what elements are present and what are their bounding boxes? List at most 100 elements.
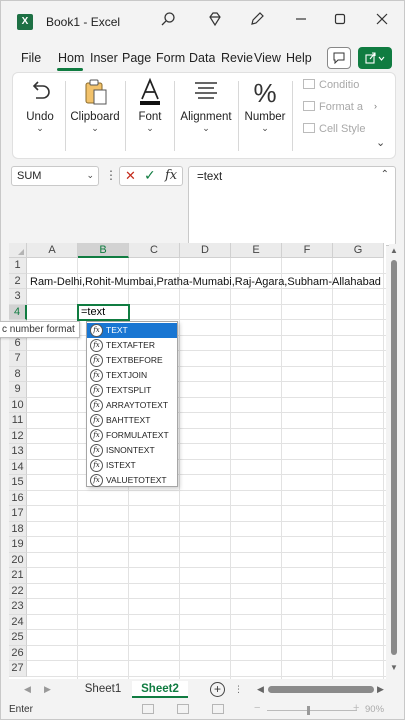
row-header-2[interactable]: 2 (9, 273, 27, 289)
add-sheet-icon[interactable]: + (210, 682, 225, 697)
row-header-11[interactable]: 11 (9, 413, 27, 429)
autocomplete-item[interactable]: fx BAHTTEXT (87, 413, 177, 428)
row-header-9[interactable]: 9 (9, 382, 27, 398)
row-header-3[interactable]: 3 (9, 289, 27, 305)
cell-styles-button[interactable]: Cell Style (303, 123, 365, 135)
diamond-icon[interactable] (205, 11, 225, 31)
cancel-icon[interactable]: ✕ (125, 168, 136, 184)
autocomplete-item[interactable]: fx TEXTJOIN (87, 368, 177, 383)
more-sheets-icon[interactable]: ⋮ (234, 684, 243, 695)
column-header-d[interactable]: D (180, 243, 231, 258)
row-header-26[interactable]: 26 (9, 645, 27, 661)
insert-function-icon[interactable]: fx (165, 168, 177, 183)
row-header-14[interactable]: 14 (9, 459, 27, 475)
scroll-left-icon[interactable]: ◀ (257, 684, 264, 695)
column-header-a[interactable]: A (27, 243, 78, 258)
cell-a2[interactable]: Ram-Delhi,Rohit-Mumbai,Pratha-Mumabi,Raj… (30, 276, 381, 288)
worksheet-grid[interactable]: ABCDEFG 12345678910111213141516171819202… (9, 243, 386, 679)
conditional-formatting-button[interactable]: Conditio (303, 79, 359, 91)
autocomplete-item[interactable]: fx VALUETOTEXT (87, 473, 177, 488)
tab-help[interactable]: Help (286, 51, 312, 65)
autocomplete-item[interactable]: fx FORMULATEXT (87, 428, 177, 443)
enter-icon[interactable]: ✓ (144, 167, 156, 184)
autocomplete-item[interactable]: fx TEXT (87, 323, 177, 338)
row-header-18[interactable]: 18 (9, 521, 27, 537)
maximize-icon[interactable] (330, 11, 350, 31)
scroll-down-icon[interactable]: ▼ (389, 663, 399, 672)
column-header-c[interactable]: C (129, 243, 180, 258)
minimize-icon[interactable] (291, 11, 311, 31)
next-sheet-icon[interactable]: ▶ (44, 684, 51, 695)
tab-view[interactable]: View (254, 51, 281, 65)
undo-group[interactable]: Undo ⌄ (17, 73, 63, 160)
autocomplete-item[interactable]: fx ARRAYTOTEXT (87, 398, 177, 413)
page-break-view-icon[interactable] (212, 704, 224, 714)
zoom-in-icon[interactable]: + (353, 702, 359, 714)
row-header-7[interactable]: 7 (9, 351, 27, 367)
more-options-icon[interactable]: ⋮ (105, 168, 117, 182)
collapse-ribbon-icon[interactable]: ⌄ (376, 136, 385, 149)
alignment-group[interactable]: Alignment ⌄ (177, 73, 235, 160)
row-header-22[interactable]: 22 (9, 583, 27, 599)
sheet-tab-sheet1[interactable]: Sheet1 (80, 681, 126, 698)
autocomplete-item[interactable]: fx ISTEXT (87, 458, 177, 473)
row-header-27[interactable]: 27 (9, 661, 27, 677)
active-cell-b4[interactable]: =text (77, 304, 130, 321)
zoom-slider-knob[interactable] (307, 706, 310, 715)
column-header-e[interactable]: E (231, 243, 282, 258)
search-icon[interactable] (158, 11, 178, 31)
tab-page-layout[interactable]: Page (122, 51, 151, 65)
zoom-level[interactable]: 90% (365, 704, 384, 715)
tab-home[interactable]: Hom (58, 51, 84, 65)
column-header-b[interactable]: B (78, 243, 129, 258)
row-header-20[interactable]: 20 (9, 552, 27, 568)
sheet-tab-sheet2[interactable]: Sheet2 (132, 681, 188, 698)
page-layout-view-icon[interactable] (177, 704, 189, 714)
row-header-17[interactable]: 17 (9, 506, 27, 522)
tab-review[interactable]: Revie (221, 51, 253, 65)
autocomplete-item[interactable]: fx ISNONTEXT (87, 443, 177, 458)
vertical-scrollbar[interactable]: ▲ ▼ (389, 244, 399, 676)
scroll-right-icon[interactable]: ▶ (377, 684, 384, 695)
row-header-23[interactable]: 23 (9, 599, 27, 615)
number-group[interactable]: % Number ⌄ (241, 73, 289, 160)
name-box[interactable]: SUM ⌄ (11, 166, 99, 186)
select-all-button[interactable] (9, 243, 27, 258)
row-header-13[interactable]: 13 (9, 444, 27, 460)
row-header-25[interactable]: 25 (9, 630, 27, 646)
zoom-slider[interactable] (267, 710, 357, 711)
font-group[interactable]: Font ⌄ (129, 73, 171, 160)
comments-button[interactable] (327, 47, 351, 69)
row-header-19[interactable]: 19 (9, 537, 27, 553)
row-header-24[interactable]: 24 (9, 614, 27, 630)
previous-sheet-icon[interactable]: ◀ (24, 684, 31, 695)
chevron-right-icon[interactable]: › (374, 101, 377, 111)
tab-insert[interactable]: Inser (90, 51, 118, 65)
tab-data[interactable]: Data (189, 51, 215, 65)
row-header-1[interactable]: 1 (9, 258, 27, 274)
normal-view-icon[interactable] (142, 704, 154, 714)
row-header-21[interactable]: 21 (9, 568, 27, 584)
collapse-formula-bar-icon[interactable]: ⌃ (381, 169, 389, 180)
row-header-15[interactable]: 15 (9, 475, 27, 491)
row-header-16[interactable]: 16 (9, 490, 27, 506)
pen-icon[interactable] (247, 11, 267, 31)
autocomplete-item[interactable]: fx TEXTSPLIT (87, 383, 177, 398)
autocomplete-item[interactable]: fx TEXTAFTER (87, 338, 177, 353)
formula-input[interactable]: =text ⌃ (188, 166, 396, 246)
autocomplete-item[interactable]: fx TEXTBEFORE (87, 353, 177, 368)
row-header-10[interactable]: 10 (9, 397, 27, 413)
column-header-f[interactable]: F (282, 243, 333, 258)
close-icon[interactable] (372, 11, 392, 31)
vertical-scroll-thumb[interactable] (391, 260, 397, 655)
row-header-4[interactable]: 4 (9, 304, 27, 320)
horizontal-scroll-thumb[interactable] (268, 686, 374, 693)
column-header-g[interactable]: G (333, 243, 384, 258)
clipboard-group[interactable]: Clipboard ⌄ (69, 73, 121, 160)
share-button[interactable] (358, 47, 392, 69)
row-header-8[interactable]: 8 (9, 366, 27, 382)
zoom-out-icon[interactable]: − (254, 702, 260, 714)
row-header-12[interactable]: 12 (9, 428, 27, 444)
format-as-table-button[interactable]: Format a (303, 101, 363, 113)
tab-file[interactable]: File (21, 51, 41, 65)
